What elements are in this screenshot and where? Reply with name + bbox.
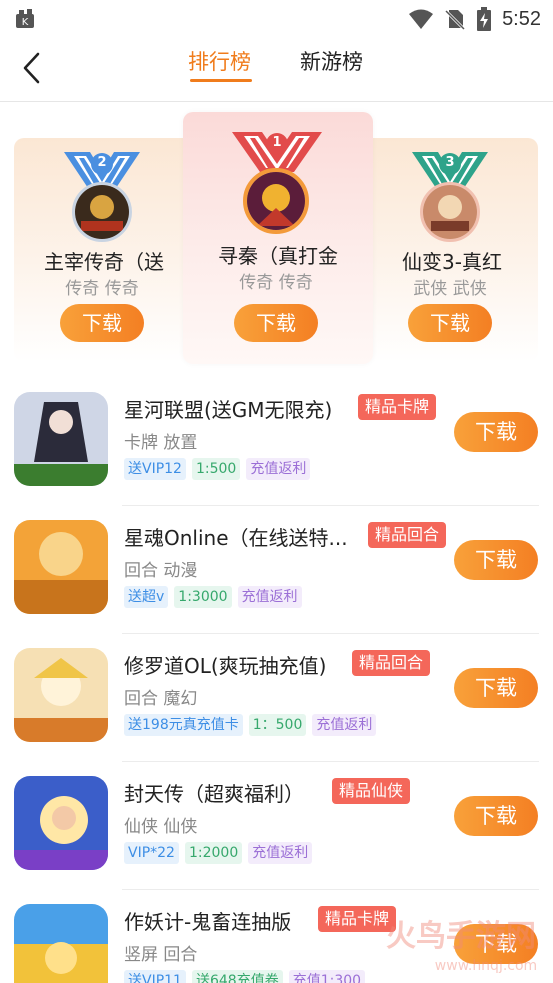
feature-chips: 送超v 1:3000 充值返利	[124, 586, 302, 608]
game-tags: 武侠 武侠	[413, 279, 487, 299]
chip-rebate: 充值1:300	[288, 970, 366, 983]
game-categories: 卡牌 放置	[124, 433, 198, 453]
chip-rebate: 充值返利	[246, 458, 311, 480]
chip-ratio: 1:500	[191, 458, 241, 480]
list-item[interactable]: 修罗道OL(爽玩抽充值) 精品回合 回合 魔幻 送198元真充值卡 1：500 …	[0, 634, 553, 762]
game-title: 封天传（超爽福利）	[124, 782, 304, 806]
back-arrow-icon[interactable]	[16, 50, 50, 86]
no-sim-icon	[445, 9, 466, 30]
chip-ratio: 送648充值卷	[191, 970, 283, 983]
game-icon[interactable]	[14, 520, 108, 614]
download-button[interactable]: 下载	[454, 540, 538, 580]
chip-rebate: 充值返利	[248, 842, 313, 864]
feature-chips: 送VIP11 送648充值卷 充值1:300	[124, 970, 366, 983]
rank-number: 1	[272, 135, 282, 150]
download-button[interactable]: 下载	[454, 668, 538, 708]
battery-charging-icon	[477, 7, 492, 31]
game-name: 寻秦（真打金	[218, 244, 338, 268]
chip-ratio: 1：500	[248, 714, 307, 736]
game-tags: 传奇 传奇	[239, 273, 313, 293]
download-button[interactable]: 下载	[454, 924, 538, 964]
rank-number: 3	[445, 155, 455, 170]
category-badge: 精品仙侠	[332, 778, 411, 804]
game-title: 星河联盟(送GM无限充)	[124, 398, 333, 422]
category-badge: 精品卡牌	[318, 906, 397, 932]
rank-number: 2	[97, 155, 107, 170]
status-time: 5:52	[502, 7, 541, 30]
category-badge: 精品卡牌	[358, 394, 437, 420]
download-button[interactable]: 下载	[408, 304, 492, 342]
game-categories: 回合 魔幻	[124, 689, 198, 709]
chip-vip: 送VIP12	[124, 458, 186, 480]
chip-vip: 送198元真充值卡	[124, 714, 243, 736]
game-avatar[interactable]	[420, 182, 480, 242]
game-categories: 竖屏 回合	[124, 945, 198, 965]
game-tags: 传奇 传奇	[65, 279, 139, 299]
download-button[interactable]: 下载	[60, 304, 144, 342]
game-icon[interactable]	[14, 648, 108, 742]
chip-ratio: 1:3000	[174, 586, 232, 608]
list-item[interactable]: 封天传（超爽福利） 精品仙侠 仙侠 仙侠 VIP*22 1:2000 充值返利 …	[0, 762, 553, 890]
chip-rebate: 充值返利	[312, 714, 377, 736]
download-button[interactable]: 下载	[234, 304, 318, 342]
feature-chips: VIP*22 1:2000 充值返利	[124, 842, 313, 864]
download-button[interactable]: 下载	[454, 412, 538, 452]
category-badge: 精品回合	[368, 522, 447, 548]
tab-ranking[interactable]: 排行榜	[188, 46, 251, 76]
game-title: 作妖计-鬼畜连抽版	[124, 910, 292, 934]
game-title: 修罗道OL(爽玩抽充值)	[124, 654, 327, 678]
game-name: 主宰传奇（送	[44, 250, 164, 274]
status-bar: K 5:52	[0, 0, 553, 38]
list-item[interactable]: 作妖计-鬼畜连抽版 精品卡牌 竖屏 回合 送VIP11 送648充值卷 充值1:…	[0, 890, 553, 983]
top-nav: 排行榜 新游榜	[0, 38, 553, 102]
tab-new-games[interactable]: 新游榜	[300, 46, 363, 76]
game-name: 仙变3-真红	[402, 250, 502, 274]
chip-ratio: 1:2000	[184, 842, 243, 864]
game-title: 星魂Online（在线送特...	[124, 526, 348, 550]
chip-rebate: 充值返利	[237, 586, 302, 608]
feature-chips: 送198元真充值卡 1：500 充值返利	[124, 714, 377, 736]
app-notification-icon: K	[16, 9, 34, 28]
game-categories: 回合 动漫	[124, 561, 198, 581]
list-item[interactable]: 星魂Online（在线送特... 精品回合 回合 动漫 送超v 1:3000 充…	[0, 506, 553, 634]
feature-chips: 送VIP12 1:500 充值返利	[124, 458, 311, 480]
svg-text:K: K	[22, 17, 29, 28]
list-item[interactable]: 星河联盟(送GM无限充) 精品卡牌 卡牌 放置 送VIP12 1:500 充值返…	[0, 378, 553, 506]
chip-vip: VIP*22	[124, 842, 179, 864]
game-avatar[interactable]	[72, 182, 132, 242]
download-button[interactable]: 下载	[454, 796, 538, 836]
category-badge: 精品回合	[352, 650, 431, 676]
chip-vip: 送超v	[124, 586, 169, 608]
game-icon[interactable]	[14, 904, 108, 983]
game-categories: 仙侠 仙侠	[124, 817, 198, 837]
active-tab-indicator	[190, 79, 252, 82]
game-avatar[interactable]	[243, 168, 309, 234]
game-icon[interactable]	[14, 776, 108, 870]
wifi-icon	[409, 9, 434, 29]
game-icon[interactable]	[14, 392, 108, 486]
chip-vip: 送VIP11	[124, 970, 186, 983]
